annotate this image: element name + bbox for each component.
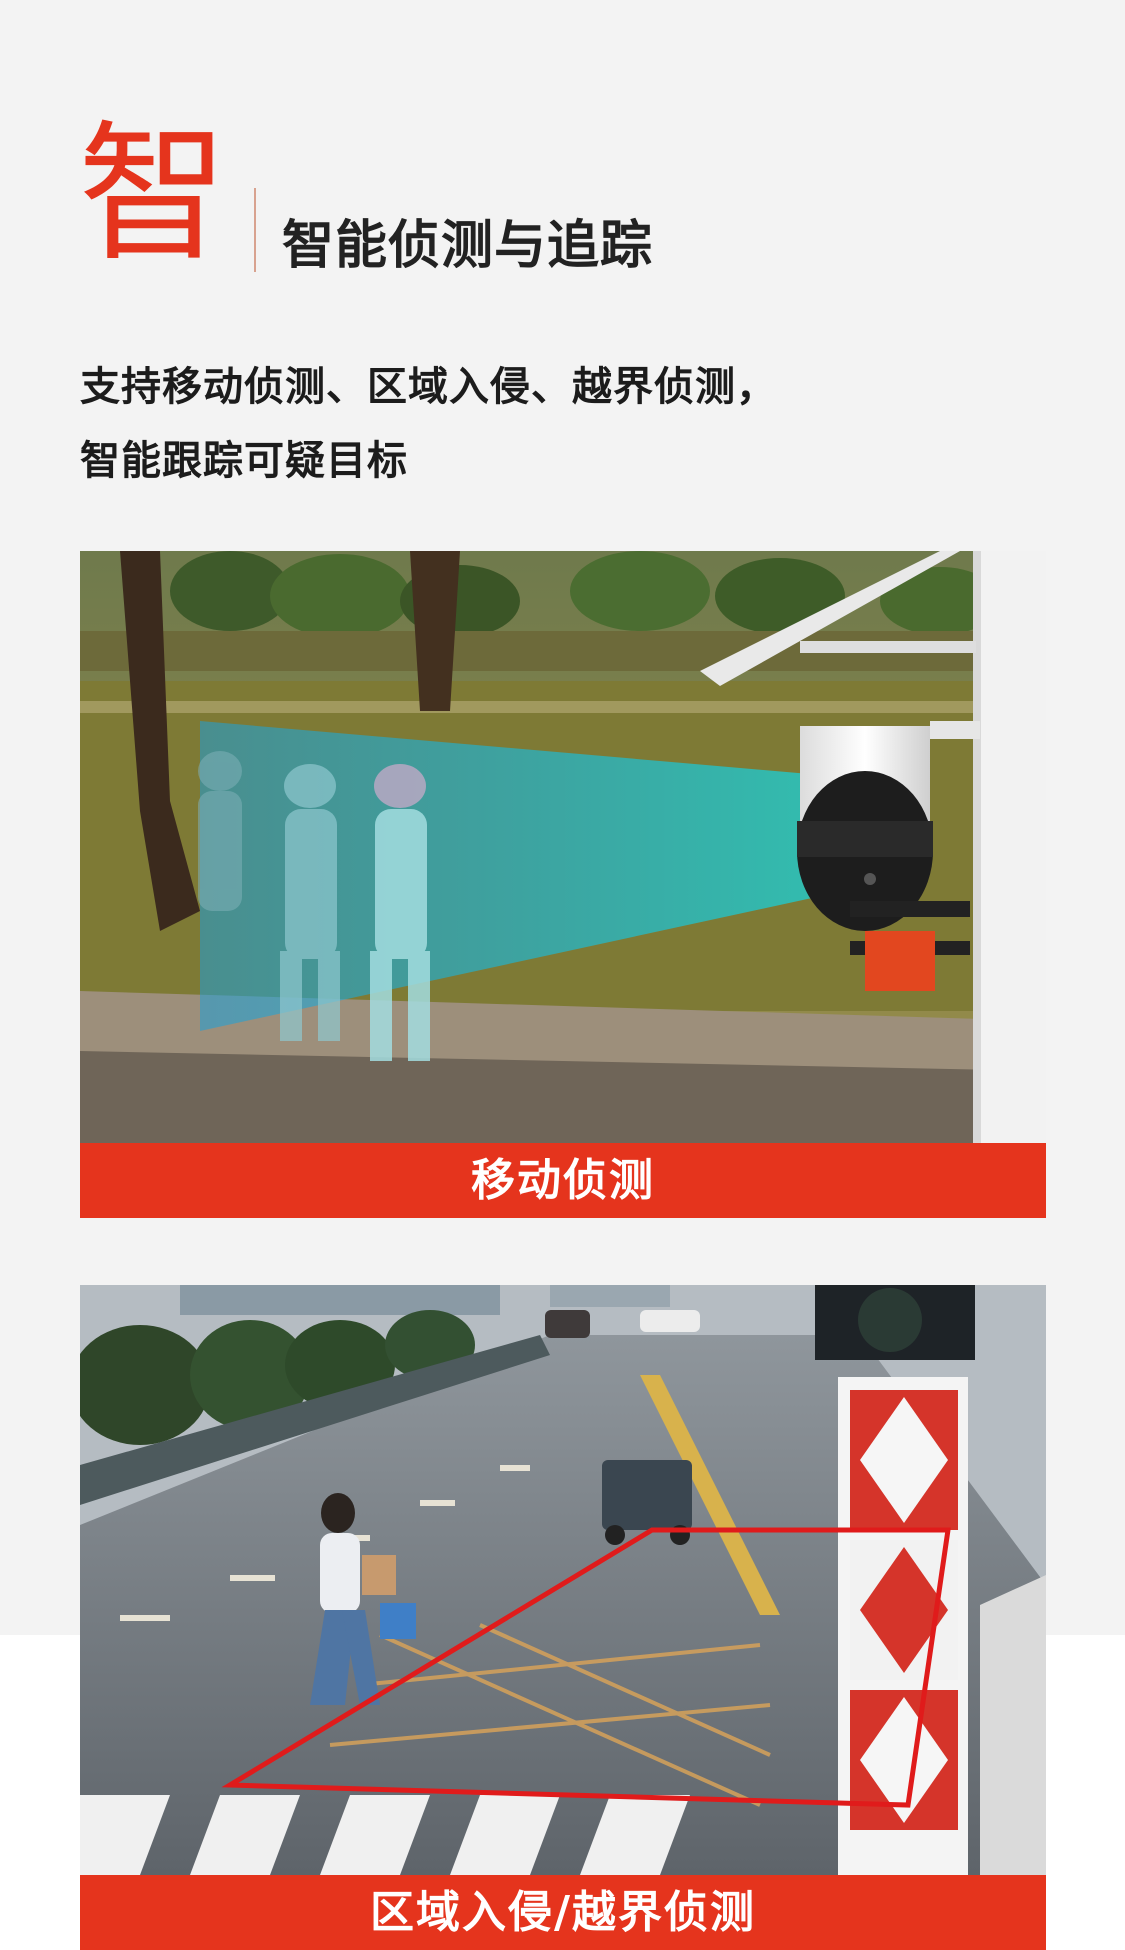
description-line-2: 智能跟踪可疑目标 (80, 438, 408, 484)
section-heading: 智能侦测与追踪 (282, 216, 654, 276)
motion-detection-photo (80, 551, 1046, 1143)
section-description: 支持移动侦测、区域入侵、越界侦测， 智能跟踪可疑目标 (80, 350, 980, 498)
description-line-1: 支持移动侦测、区域入侵、越界侦测， (80, 364, 777, 410)
hero-character: 智 (78, 108, 229, 282)
intrusion-detection-card: 区域入侵/越界侦测 (80, 1285, 1046, 1950)
intrusion-detection-caption: 区域入侵/越界侦测 (80, 1875, 1046, 1950)
title-divider (254, 188, 256, 272)
motion-detection-card: 移动侦测 (80, 551, 1046, 1218)
motion-detection-caption: 移动侦测 (80, 1143, 1046, 1218)
intrusion-detection-photo (80, 1285, 1046, 1875)
